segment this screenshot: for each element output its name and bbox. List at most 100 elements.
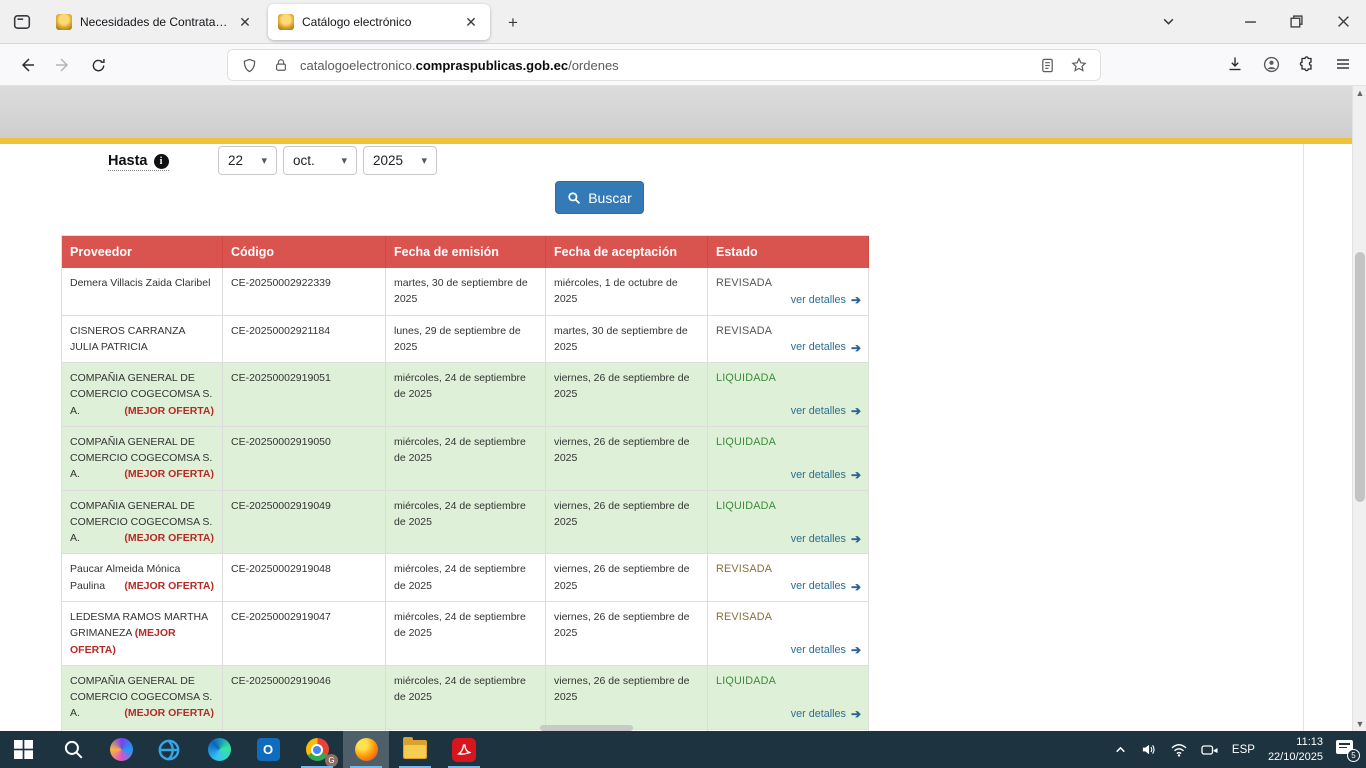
notification-count-badge: 5 <box>1347 749 1360 762</box>
best-offer-label: (MEJOR OFERTA) <box>124 530 214 546</box>
order-code: CE-20250002919050 <box>223 427 386 491</box>
copilot-icon[interactable] <box>98 731 144 768</box>
list-all-tabs-icon[interactable] <box>1152 6 1184 36</box>
arrow-right-icon: ➔ <box>851 469 861 481</box>
volume-icon[interactable] <box>1140 742 1157 757</box>
order-code: CE-20250002922339 <box>223 268 386 316</box>
vertical-scrollbar[interactable]: ▲ ▼ <box>1352 86 1366 731</box>
firefox-view-icon[interactable] <box>8 9 36 35</box>
acceptance-date: martes, 30 de septiembre de 2025 <box>546 316 708 364</box>
scrollbar-thumb[interactable] <box>1355 252 1365 502</box>
acceptance-date: viernes, 26 de septiembre de 2025 <box>546 427 708 491</box>
outlook-icon[interactable]: O <box>245 731 291 768</box>
provider-cell: COMPAÑIA GENERAL DE COMERCIO COGECOMSA S… <box>62 427 223 491</box>
ver-detalles-link[interactable]: ver detalles➔ <box>791 292 861 309</box>
ver-detalles-link[interactable]: ver detalles➔ <box>791 642 861 659</box>
forward-icon[interactable] <box>48 51 78 79</box>
screen: Necesidades de Contratación y ✕ Catálogo… <box>0 0 1366 768</box>
ver-detalles-link[interactable]: ver detalles➔ <box>791 531 861 548</box>
emission-date: miércoles, 24 de septiembre de 2025 <box>386 554 546 602</box>
scroll-down-icon[interactable]: ▼ <box>1353 719 1366 729</box>
ver-detalles-link[interactable]: ver detalles➔ <box>791 706 861 723</box>
provider-cell: CISNEROS CARRANZA JULIA PATRICIA <box>62 316 223 364</box>
shield-icon[interactable] <box>236 52 262 78</box>
arrow-right-icon: ➔ <box>851 581 861 593</box>
chrome-icon[interactable]: G <box>294 731 340 768</box>
status-cell: REVISADA ver detalles➔ <box>708 554 869 602</box>
day-select[interactable]: 22▾ <box>218 146 277 175</box>
menu-hamburger-icon[interactable] <box>1330 51 1356 77</box>
reload-icon[interactable] <box>83 51 113 79</box>
search-icon <box>567 191 581 205</box>
chevron-down-icon: ▾ <box>261 154 267 167</box>
acceptance-date: viernes, 26 de septiembre de 2025 <box>546 602 708 666</box>
edge-icon[interactable] <box>196 731 242 768</box>
arrow-right-icon: ➔ <box>851 708 861 720</box>
url-bar[interactable]: catalogoelectronico.compraspublicas.gob.… <box>228 50 1100 80</box>
start-button[interactable] <box>0 731 46 768</box>
ver-detalles-link[interactable]: ver detalles➔ <box>791 403 861 420</box>
year-select[interactable]: 2025▾ <box>363 146 437 175</box>
status-label: LIQUIDADA <box>716 372 776 384</box>
col-estado: Estado <box>708 236 869 268</box>
best-offer-label: (MEJOR OFERTA) <box>124 705 214 721</box>
file-explorer-icon[interactable] <box>392 731 438 768</box>
status-cell: LIQUIDADA ver detalles➔ <box>708 363 869 427</box>
table-row: Demera Villacis Zaida Claribel CE-202500… <box>62 268 869 316</box>
ver-detalles-link[interactable]: ver detalles➔ <box>791 578 861 595</box>
meet-now-icon[interactable] <box>1201 743 1219 757</box>
tab-catalogo[interactable]: Catálogo electrónico ✕ <box>268 4 490 40</box>
emission-date: miércoles, 24 de septiembre de 2025 <box>386 666 546 730</box>
clock[interactable]: 11:13 22/10/2025 <box>1268 735 1323 764</box>
col-fecha-aceptacion: Fecha de aceptación <box>546 236 708 268</box>
back-icon[interactable] <box>12 51 42 79</box>
arrow-right-icon: ➔ <box>851 342 861 354</box>
month-select[interactable]: oct.▾ <box>283 146 357 175</box>
taskbar-search-icon[interactable] <box>50 731 96 768</box>
close-button[interactable] <box>1327 6 1359 36</box>
provider-cell: LEDESMA RAMOS MARTHA GRIMANEZA (MEJOR OF… <box>62 602 223 666</box>
language-indicator[interactable]: ESP <box>1232 744 1255 756</box>
ver-detalles-link[interactable]: ver detalles➔ <box>791 339 861 356</box>
table-row: COMPAÑIA GENERAL DE COMERCIO COGECOMSA S… <box>62 363 869 427</box>
chevron-down-icon: ▾ <box>341 154 347 167</box>
tab-close-icon[interactable]: ✕ <box>462 13 480 31</box>
status-label: LIQUIDADA <box>716 675 776 687</box>
status-cell: REVISADA ver detalles➔ <box>708 316 869 364</box>
firefox-icon[interactable] <box>343 731 389 768</box>
reader-mode-icon[interactable] <box>1034 52 1060 78</box>
content-right-divider <box>1303 144 1304 731</box>
scroll-up-icon[interactable]: ▲ <box>1353 88 1366 98</box>
tab-close-icon[interactable]: ✕ <box>236 13 254 31</box>
account-icon[interactable] <box>1258 51 1284 77</box>
acrobat-icon[interactable] <box>441 731 487 768</box>
lock-icon[interactable] <box>268 52 294 78</box>
provider-cell: COMPAÑIA GENERAL DE COMERCIO COGECOMSA S… <box>62 363 223 427</box>
emission-date: miércoles, 24 de septiembre de 2025 <box>386 602 546 666</box>
status-label: LIQUIDADA <box>716 436 776 448</box>
provider-cell: COMPAÑIA GENERAL DE COMERCIO COGECOMSA S… <box>62 666 223 730</box>
acceptance-date: viernes, 26 de septiembre de 2025 <box>546 666 708 730</box>
bookmark-star-icon[interactable] <box>1066 52 1092 78</box>
ecuador-crest-favicon <box>56 14 72 30</box>
tray-expand-chevron-icon[interactable] <box>1114 743 1127 756</box>
restore-button[interactable] <box>1280 6 1312 36</box>
page-content: Hasta i 22▾ oct.▾ 2025▾ Buscar Proveedor… <box>0 144 1352 731</box>
minimize-button[interactable] <box>1234 6 1266 36</box>
extensions-icon[interactable] <box>1294 51 1320 77</box>
new-tab-button[interactable]: + <box>500 10 526 36</box>
url-text[interactable]: catalogoelectronico.compraspublicas.gob.… <box>300 58 1028 73</box>
internet-explorer-icon[interactable] <box>146 731 192 768</box>
tab-necesidades[interactable]: Necesidades de Contratación y ✕ <box>46 0 264 44</box>
downloads-icon[interactable] <box>1222 51 1248 77</box>
status-cell: LIQUIDADA ver detalles➔ <box>708 491 869 555</box>
col-proveedor: Proveedor <box>62 236 223 268</box>
notification-center-icon[interactable]: 5 <box>1336 740 1358 760</box>
buscar-button[interactable]: Buscar <box>555 181 644 214</box>
info-icon[interactable]: i <box>154 154 169 169</box>
status-cell: LIQUIDADA ver detalles➔ <box>708 427 869 491</box>
col-fecha-emision: Fecha de emisión <box>386 236 546 268</box>
ver-detalles-link[interactable]: ver detalles➔ <box>791 467 861 484</box>
wifi-icon[interactable] <box>1170 743 1188 757</box>
acceptance-date: miércoles, 1 de octubre de 2025 <box>546 268 708 316</box>
